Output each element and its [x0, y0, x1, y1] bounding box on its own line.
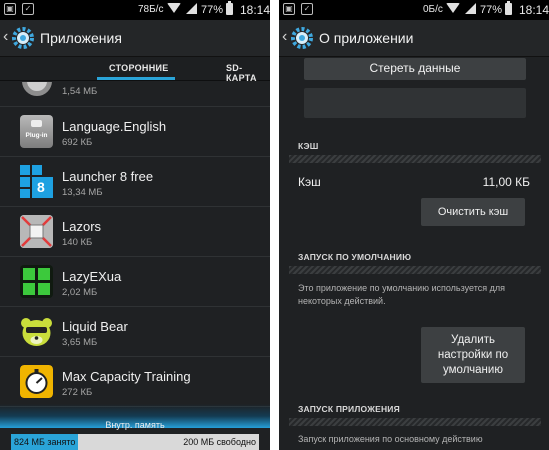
launcher-tiles-icon: 8: [20, 165, 53, 198]
plugin-icon: Plug-in: [20, 115, 53, 148]
app-name: Launcher 8 free: [62, 169, 154, 184]
app-size: 1,54 МБ: [62, 86, 98, 97]
launch-description: Запуск приложения по основному действию: [298, 434, 483, 444]
tab-bar: СТОРОННИЕ SD-КАРТА: [0, 57, 270, 83]
clock: 18:14: [240, 3, 270, 17]
list-item[interactable]: Plug-in Language.English 692 КБ: [0, 107, 270, 157]
app-size: 272 КБ: [62, 387, 93, 398]
settings-gear-icon[interactable]: [11, 26, 35, 50]
battery-icon: [226, 1, 233, 15]
storage-label: Внутр. память: [105, 420, 165, 430]
screenshot-notification-icon: ▣: [283, 3, 295, 15]
stopwatch-icon: [20, 365, 53, 398]
defaults-description: Это приложение по умолчанию используется…: [298, 283, 506, 306]
apps-screen: ▣ ✓ 78Б/с 77% 18:14 ‹ Приложения СТОРОНН…: [0, 0, 270, 450]
app-name: Max Capacity Training: [62, 369, 191, 384]
network-speed: 0Б/с: [423, 4, 443, 15]
section-divider: [289, 266, 541, 274]
disabled-button: [304, 88, 526, 118]
app-name: Lazors: [62, 219, 102, 234]
usb-notification-icon: ✓: [22, 3, 34, 15]
tab-third-party[interactable]: СТОРОННИЕ: [109, 63, 169, 73]
battery-icon: [505, 1, 512, 15]
lazors-icon: [20, 215, 53, 248]
app-name: Liquid Bear: [62, 319, 128, 334]
app-info-screen: ▣ ✓ 0Б/с 77% 18:14 ‹ О приложении Стерет…: [279, 0, 549, 450]
screenshot-notification-icon: ▣: [4, 3, 16, 15]
wifi-icon: [446, 3, 460, 13]
launch-section-header: ЗАПУСК ПРИЛОЖЕНИЯ: [298, 404, 400, 414]
back-chevron-icon[interactable]: ‹: [3, 29, 8, 45]
network-speed: 78Б/с: [138, 4, 164, 15]
cache-value: 11,00 КБ: [482, 175, 530, 189]
storage-free-text: 200 МБ свободно: [183, 437, 256, 447]
wifi-icon: [167, 3, 181, 13]
list-item[interactable]: Max Capacity Training 272 КБ: [0, 357, 270, 407]
signal-icon: [465, 3, 476, 14]
bear-icon: [21, 318, 52, 346]
list-item[interactable]: Lazors 140 КБ: [0, 207, 270, 257]
signal-icon: [186, 3, 197, 14]
clock: 18:14: [519, 3, 549, 17]
clear-data-button[interactable]: Стереть данные: [304, 58, 526, 80]
back-chevron-icon[interactable]: ‹: [282, 29, 287, 45]
app-size: 13,34 МБ: [62, 187, 103, 198]
list-item[interactable]: 8 Launcher 8 free 13,34 МБ: [0, 157, 270, 207]
clear-cache-button[interactable]: Очистить кэш: [421, 198, 525, 226]
battery-percent: 77%: [480, 4, 503, 16]
page-title: Приложения: [40, 30, 122, 46]
storage-used-text: 824 МБ занято: [14, 437, 76, 447]
defaults-section-header: ЗАПУСК ПО УМОЛЧАНИЮ: [298, 252, 412, 262]
status-bar: ▣ ✓ 0Б/с 77% 18:14: [279, 0, 549, 20]
app-name: Language.English: [62, 119, 167, 134]
app-size: 140 КБ: [62, 237, 93, 248]
app-size: 692 КБ: [62, 137, 93, 148]
clear-defaults-button[interactable]: Удалить настройки по умолчанию: [421, 327, 525, 383]
list-item[interactable]: LazyEXua 2,02 МБ: [0, 257, 270, 307]
active-tab-indicator: [97, 77, 175, 80]
app-list: 1,54 МБ Plug-in Language.English 692 КБ …: [0, 82, 270, 412]
section-divider: [289, 418, 541, 426]
settings-gear-icon[interactable]: [290, 26, 314, 50]
battery-percent: 77%: [201, 4, 224, 16]
action-bar: ‹ Приложения: [0, 20, 270, 57]
app-size: 3,65 МБ: [62, 337, 98, 348]
app-size: 2,02 МБ: [62, 287, 98, 298]
status-bar: ▣ ✓ 78Б/с 77% 18:14: [0, 0, 270, 20]
app-name: LazyEXua: [62, 269, 122, 284]
action-bar: ‹ О приложении: [279, 20, 549, 57]
list-item[interactable]: Liquid Bear 3,65 МБ: [0, 307, 270, 357]
cache-label: Кэш: [298, 175, 321, 189]
usb-notification-icon: ✓: [301, 3, 313, 15]
section-divider: [289, 155, 541, 163]
list-item[interactable]: 1,54 МБ: [0, 82, 270, 107]
tab-sd-card[interactable]: SD-КАРТА: [226, 63, 270, 83]
cache-section-header: КЭШ: [298, 141, 319, 151]
partial-app-icon: [22, 82, 52, 96]
page-title: О приложении: [319, 30, 414, 46]
lazyex-icon: [20, 265, 53, 298]
